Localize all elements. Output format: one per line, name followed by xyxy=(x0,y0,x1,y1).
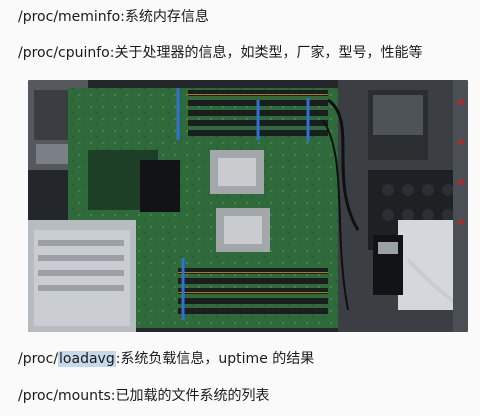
loadavg-selected-text[interactable]: loadavg xyxy=(58,351,116,367)
cpuinfo-line: /proc/cpuinfo:关于处理器的信息，如类型，厂家，型号，性能等 xyxy=(18,45,423,61)
meminfo-line: /proc/meminfo:系统内存信息 xyxy=(18,9,209,25)
loadavg-suffix: :系统负载信息，uptime 的结果 xyxy=(115,351,315,367)
server-motherboard-photo xyxy=(28,80,468,332)
loadavg-prefix: /proc/ xyxy=(18,351,59,367)
loadavg-line: /proc/loadavg:系统负载信息，uptime 的结果 xyxy=(18,350,314,368)
server-photo-illustration xyxy=(28,80,468,332)
mounts-line: /proc/mounts:已加载的文件系统的列表 xyxy=(18,388,270,404)
page: /proc/meminfo:系统内存信息 /proc/cpuinfo:关于处理器… xyxy=(0,0,480,416)
